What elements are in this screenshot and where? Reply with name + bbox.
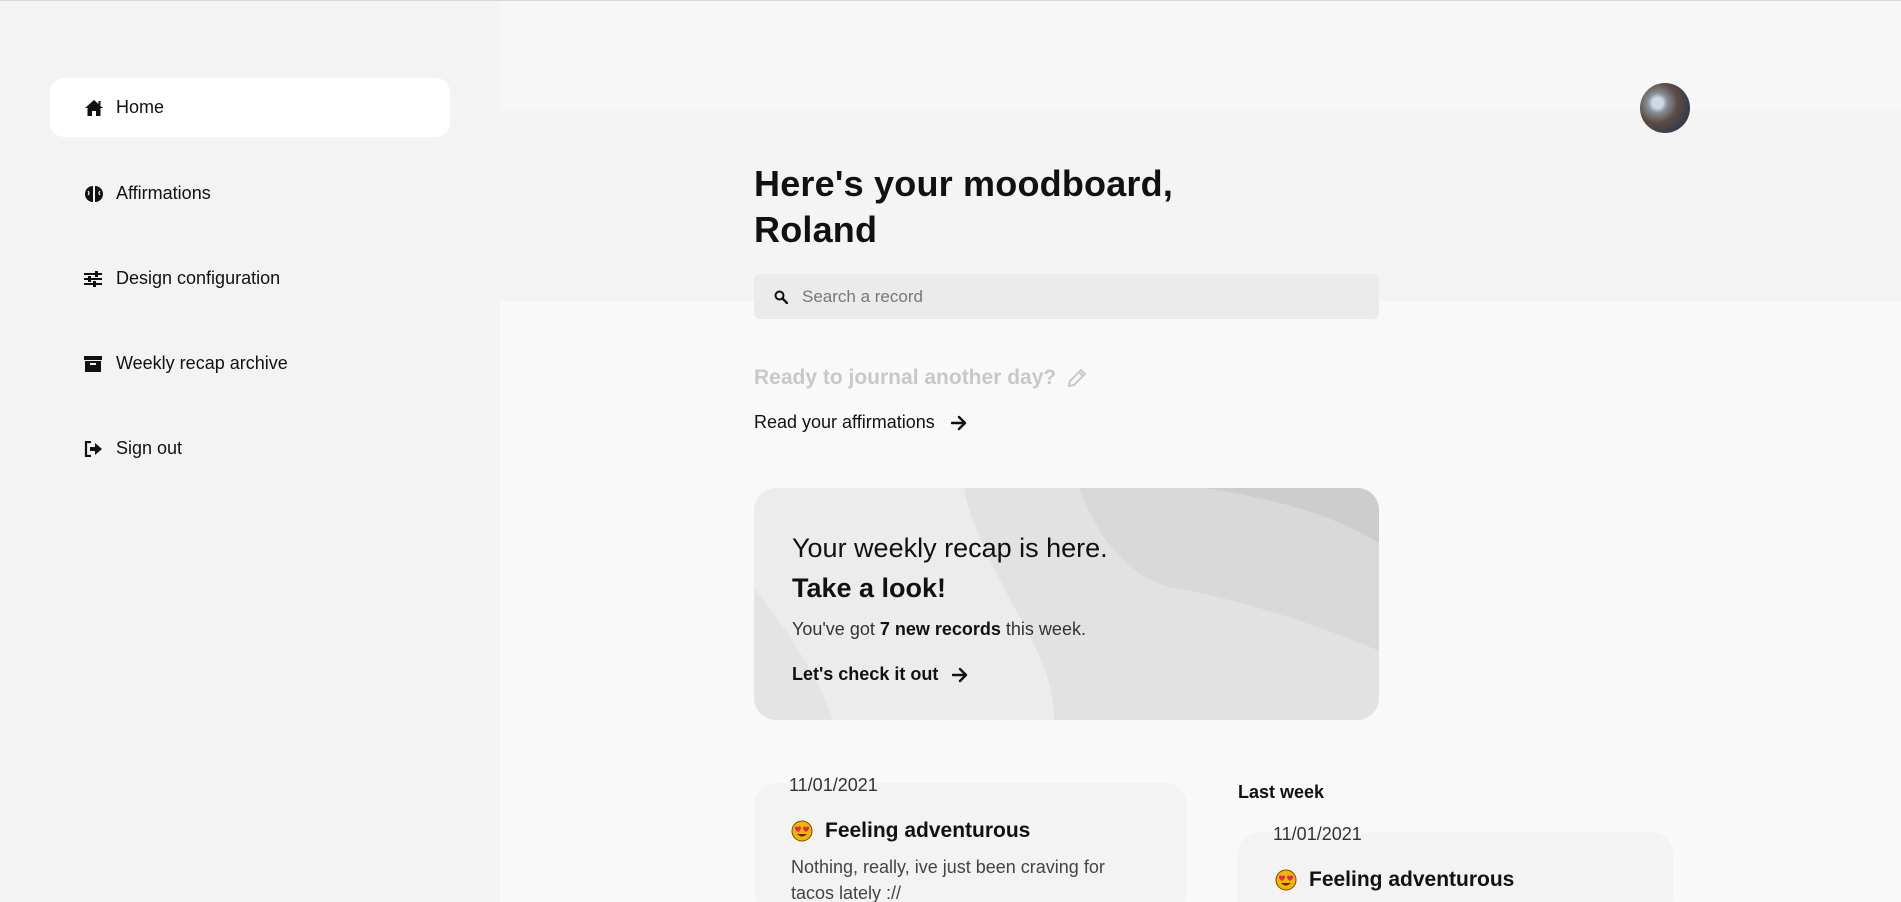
- record-mood: Feeling adventurous: [1275, 868, 1514, 892]
- record-date: 11/01/2021: [1273, 824, 1362, 844]
- page-title: Here's your moodboard, Roland: [754, 161, 1173, 253]
- recap-title: Your weekly recap is here. Take a look!: [792, 528, 1108, 608]
- pencil-icon: [1066, 367, 1088, 389]
- heart-eyes-emoji-icon: [1275, 869, 1297, 891]
- record-mood-label: Feeling adventurous: [825, 819, 1031, 842]
- sidebar: Home Affirmations Design configuration W…: [0, 1, 500, 902]
- sidebar-item-label: Weekly recap archive: [116, 353, 288, 373]
- sidebar-item-home[interactable]: Home: [50, 78, 450, 137]
- sign-out-icon: [84, 439, 108, 459]
- sidebar-item-affirmations[interactable]: Affirmations: [50, 164, 450, 223]
- record-body: Nothing, really, ive just been craving f…: [791, 857, 1105, 902]
- arrow-right-icon: [950, 415, 967, 431]
- sliders-icon: [84, 269, 108, 289]
- record-mood-label: Feeling adventurous: [1309, 868, 1515, 891]
- sidebar-item-label: Design configuration: [116, 268, 281, 288]
- main-content: Here's your moodboard, Roland Ready to j…: [500, 1, 1901, 902]
- journal-prompt-text: Ready to journal another day?: [754, 366, 1057, 389]
- check-recap-label: Let's check it out: [792, 664, 939, 684]
- sidebar-item-design-configuration[interactable]: Design configuration: [50, 249, 450, 308]
- sidebar-item-sign-out[interactable]: Sign out: [50, 419, 450, 478]
- sidebar-item-label: Affirmations: [116, 183, 211, 203]
- record-mood: Feeling adventurous: [791, 819, 1030, 843]
- recap-summary: You've got 7 new records this week.: [792, 619, 1086, 640]
- brain-icon: [84, 184, 108, 204]
- weekly-recap-card: Your weekly recap is here. Take a look! …: [754, 488, 1379, 720]
- sidebar-item-label: Sign out: [116, 438, 183, 458]
- header: [500, 1, 1901, 110]
- hero-band: [500, 110, 1901, 301]
- search-input[interactable]: [802, 286, 1362, 307]
- archive-icon: [84, 354, 108, 374]
- recap-summary-prefix: You've got: [792, 619, 880, 639]
- journal-prompt[interactable]: Ready to journal another day?: [754, 366, 1088, 390]
- recap-record-count: 7 new records: [879, 619, 1001, 639]
- heart-eyes-emoji-icon: [791, 820, 813, 842]
- recap-title-line1: Your weekly recap is here.: [792, 533, 1108, 563]
- record-date: 11/01/2021: [789, 775, 878, 795]
- last-week-heading: Last week: [1238, 782, 1325, 802]
- search-bar: [754, 274, 1379, 319]
- arrow-right-icon: [952, 667, 968, 683]
- sidebar-item-weekly-recap-archive[interactable]: Weekly recap archive: [50, 334, 450, 393]
- check-recap-link[interactable]: Let's check it out: [792, 664, 968, 685]
- user-name: Roland: [754, 209, 878, 250]
- read-affirmations-label: Read your affirmations: [754, 412, 935, 432]
- greeting-line: Here's your moodboard,: [754, 163, 1174, 204]
- recap-title-line2: Take a look!: [792, 573, 947, 603]
- home-icon: [84, 98, 108, 118]
- search-icon: [774, 290, 788, 304]
- read-affirmations-link[interactable]: Read your affirmations: [754, 412, 967, 433]
- recap-summary-suffix: this week.: [1000, 619, 1086, 639]
- sidebar-item-label: Home: [116, 97, 165, 117]
- user-avatar[interactable]: [1640, 83, 1690, 133]
